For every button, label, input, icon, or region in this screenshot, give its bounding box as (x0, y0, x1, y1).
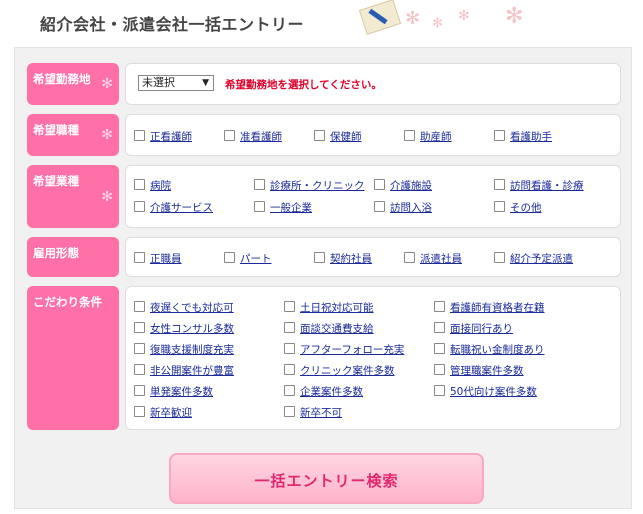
checkbox-option[interactable]: 復職支援制度充実 (134, 342, 234, 357)
checkbox[interactable] (134, 130, 145, 141)
page-title: 紹介会社・派遣会社一括エントリー (40, 15, 305, 34)
job-content: 正看護師 准看護師 保健師 助産師 看護助手 (125, 114, 621, 156)
checkbox[interactable] (434, 301, 445, 312)
checkbox[interactable] (254, 201, 265, 212)
checkbox-option[interactable]: 夜遅くでも対応可 (134, 300, 234, 315)
checkbox[interactable] (134, 179, 145, 190)
checkbox[interactable] (134, 301, 145, 312)
checkbox[interactable] (224, 252, 235, 263)
checkbox-option[interactable]: 契約社員 (314, 251, 372, 266)
checkbox-option[interactable]: 企業案件多数 (284, 384, 363, 399)
checkbox[interactable] (434, 322, 445, 333)
conditions-content: 夜遅くでも対応可 土日祝対応可能 看護師有資格者在籍 女性コンサル多数 面談交通… (125, 286, 621, 430)
checkbox[interactable] (314, 130, 325, 141)
checkbox[interactable] (134, 385, 145, 396)
location-select[interactable]: 未選択 ▼ (138, 75, 214, 91)
checkbox[interactable] (224, 130, 235, 141)
checkbox[interactable] (284, 322, 295, 333)
checkbox-option[interactable]: 正職員 (134, 251, 182, 266)
checkbox-option[interactable]: クリニック案件多数 (284, 363, 395, 378)
employment-label: 雇用形態 (27, 237, 119, 277)
industry-label: 希望業種 ✻ (27, 165, 119, 228)
conditions-row: こだわり条件 夜遅くでも対応可 土日祝対応可能 看護師有資格者在籍 女性コンサル… (27, 286, 621, 430)
checkbox-option[interactable]: 新卒歓迎 (134, 405, 192, 420)
checkbox-option[interactable]: アフターフォロー充実 (284, 342, 404, 357)
dropdown-arrow-icon: ▼ (202, 78, 209, 88)
checkbox[interactable] (284, 406, 295, 417)
checkbox[interactable] (134, 252, 145, 263)
checkbox-option[interactable]: パート (224, 251, 272, 266)
checkbox-option[interactable]: 面談交通費支給 (284, 321, 374, 336)
checkbox-option[interactable]: 面接同行あり (434, 321, 513, 336)
checkbox-option[interactable]: 看護助手 (494, 129, 552, 144)
checkbox[interactable] (284, 343, 295, 354)
flower-icon: ✻ (458, 8, 470, 24)
checkbox[interactable] (134, 201, 145, 212)
checkbox-option[interactable]: 一般企業 (254, 200, 312, 215)
checkbox[interactable] (374, 179, 385, 190)
location-label: 希望勤務地 ✻ (27, 63, 119, 105)
header: 紹介会社・派遣会社一括エントリー ✻ ✻ ✻ ✻ (0, 0, 643, 48)
checkbox-option[interactable]: 管理職案件多数 (434, 363, 524, 378)
sparkle-icon: ✻ (101, 188, 113, 205)
checkbox-option[interactable]: 単発案件多数 (134, 384, 213, 399)
sparkle-icon: ✻ (101, 127, 113, 143)
checkbox-option[interactable]: 派遣社員 (404, 251, 462, 266)
checkbox-option[interactable]: 看護師有資格者在籍 (434, 300, 545, 315)
checkbox[interactable] (494, 179, 505, 190)
checkbox-option[interactable]: 介護施設 (374, 178, 432, 193)
flower-icon: ✻ (505, 4, 524, 29)
employment-row: 雇用形態 正職員 パート 契約社員 派遣社員 紹介予定派遣 (27, 237, 621, 277)
sparkle-icon: ✻ (101, 76, 113, 92)
bulk-entry-search-button[interactable]: 一括エントリー検索 (169, 453, 484, 504)
checkbox[interactable] (134, 406, 145, 417)
checkbox-option[interactable]: 正看護師 (134, 129, 192, 144)
checkbox-option[interactable]: 土日祝対応可能 (284, 300, 374, 315)
checkbox[interactable] (494, 201, 505, 212)
checkbox[interactable] (494, 252, 505, 263)
checkbox-option[interactable]: 保健師 (314, 129, 362, 144)
checkbox[interactable] (314, 252, 325, 263)
checkbox[interactable] (134, 343, 145, 354)
checkbox[interactable] (284, 385, 295, 396)
checkbox-option[interactable]: 50代向け案件多数 (434, 384, 537, 399)
checkbox-option[interactable]: 女性コンサル多数 (134, 321, 234, 336)
checkbox-option[interactable]: 非公開案件が豊富 (134, 363, 234, 378)
checkbox[interactable] (134, 322, 145, 333)
checkbox[interactable] (284, 364, 295, 375)
checkbox[interactable] (404, 252, 415, 263)
checkbox-option[interactable]: 介護サービス (134, 200, 213, 215)
checkbox[interactable] (134, 364, 145, 375)
employment-content: 正職員 パート 契約社員 派遣社員 紹介予定派遣 (125, 237, 621, 277)
checkbox[interactable] (284, 301, 295, 312)
industry-row: 希望業種 ✻ 病院 診療所・クリニック 介護施設 訪問看護・診療 介護サービス … (27, 165, 621, 228)
flower-icon: ✻ (405, 8, 421, 29)
location-row: 希望勤務地 ✻ 未選択 ▼ 希望勤務地を選択してください。 (27, 63, 621, 105)
checkbox-option[interactable]: 病院 (134, 178, 171, 193)
checkbox[interactable] (494, 130, 505, 141)
industry-content: 病院 診療所・クリニック 介護施設 訪問看護・診療 介護サービス 一般企業 訪問… (125, 165, 621, 228)
checkbox-option[interactable]: その他 (494, 200, 542, 215)
checkbox-option[interactable]: 新卒不可 (284, 405, 342, 420)
checkbox[interactable] (434, 364, 445, 375)
checkbox-option[interactable]: 訪問看護・診療 (494, 178, 584, 193)
location-error-message: 希望勤務地を選択してください。 (225, 79, 382, 91)
checkbox-option[interactable]: 准看護師 (224, 129, 282, 144)
checkbox[interactable] (434, 385, 445, 396)
conditions-label: こだわり条件 (27, 286, 119, 430)
job-label: 希望職種 ✻ (27, 114, 119, 156)
checkbox-option[interactable]: 診療所・クリニック (254, 178, 365, 193)
checkbox-option[interactable]: 紹介予定派遣 (494, 251, 573, 266)
checkbox[interactable] (254, 179, 265, 190)
checkbox[interactable] (374, 201, 385, 212)
entry-form: 希望勤務地 ✻ 未選択 ▼ 希望勤務地を選択してください。 希望職種 ✻ 正看護… (14, 47, 632, 509)
job-row: 希望職種 ✻ 正看護師 准看護師 保健師 助産師 看護助手 (27, 114, 621, 156)
checkbox-option[interactable]: 訪問入浴 (374, 200, 432, 215)
location-content: 未選択 ▼ 希望勤務地を選択してください。 (125, 63, 621, 105)
flower-icon: ✻ (432, 16, 443, 31)
checkbox-option[interactable]: 助産師 (404, 129, 452, 144)
checkbox-option[interactable]: 転職祝い金制度あり (434, 342, 545, 357)
checkbox[interactable] (404, 130, 415, 141)
checkbox[interactable] (434, 343, 445, 354)
